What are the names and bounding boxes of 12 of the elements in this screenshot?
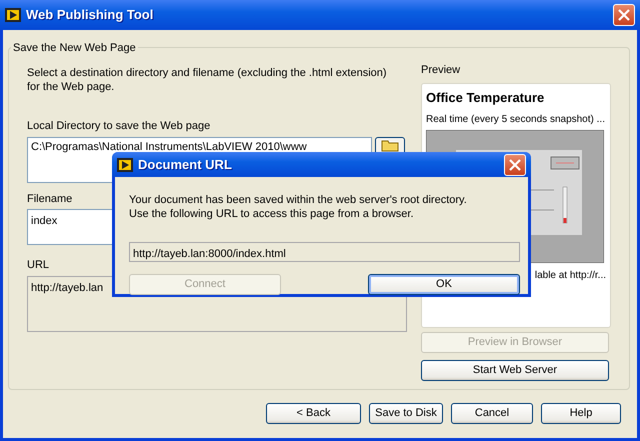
field-label: Local Directory to save the Web page xyxy=(27,119,210,134)
field-label: Filename xyxy=(27,192,72,206)
field-label: URL xyxy=(27,258,50,273)
window-title: Web Publishing Tool xyxy=(26,6,154,24)
group-title: Save the New Web Page xyxy=(11,40,138,56)
preview-subtitle: Real time (every 5 seconds snapshot) ... xyxy=(426,113,606,127)
preview-caption: lable at http://r... xyxy=(534,269,606,283)
instructions-text: Select a destination directory and filename (excluding the .html extension) for the Web page. xyxy=(27,66,388,94)
preview-title: Office Temperature xyxy=(426,88,546,107)
dialog-message: Your document has been saved within the web server's root directory. Use the following URL to access this page from a browser. xyxy=(129,193,468,221)
preview-label: Preview xyxy=(421,63,462,78)
window-title: Document URL xyxy=(138,156,232,174)
